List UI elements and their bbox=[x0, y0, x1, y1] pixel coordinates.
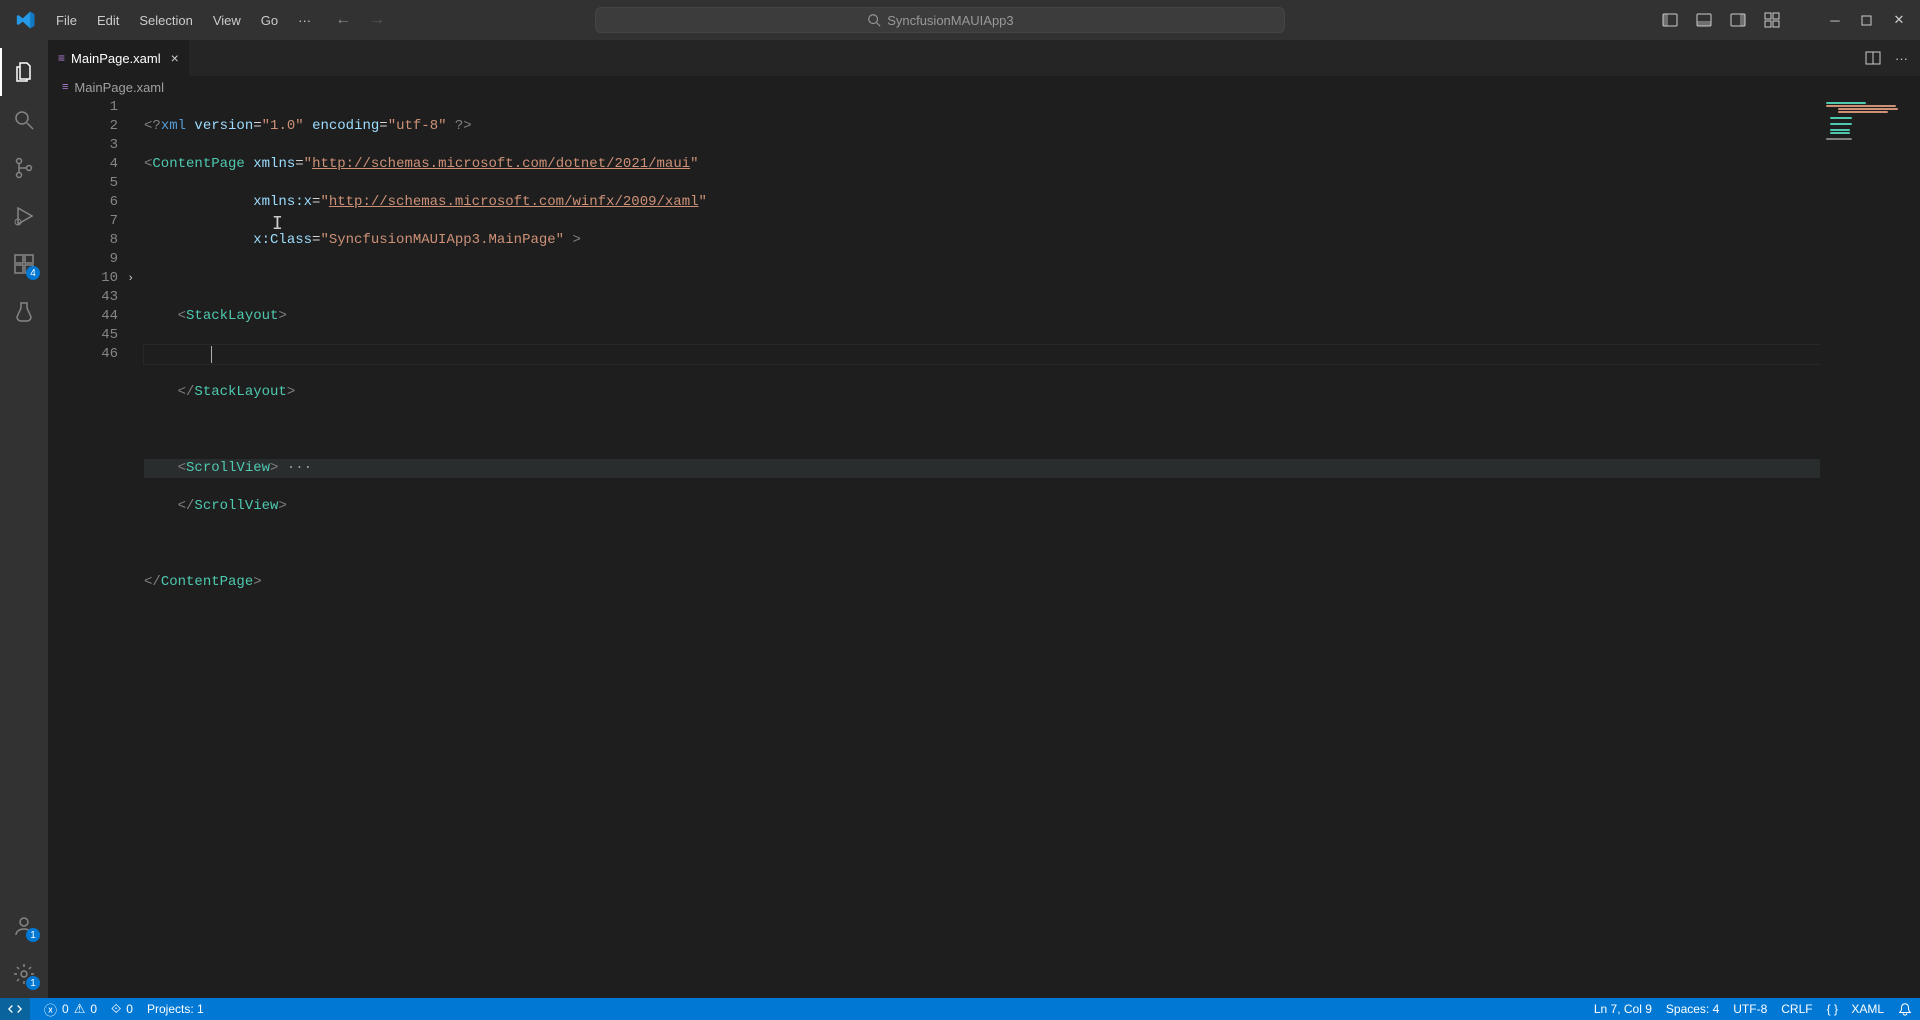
activity-source-control-icon[interactable] bbox=[0, 144, 48, 192]
layout-left-icon[interactable] bbox=[1662, 12, 1678, 28]
minimap[interactable] bbox=[1820, 98, 1920, 998]
nav-back-icon[interactable]: ← bbox=[335, 11, 351, 29]
settings-badge: 1 bbox=[26, 976, 40, 990]
fold-collapsed-icon[interactable]: › bbox=[127, 270, 134, 289]
status-projects[interactable]: Projects: 1 bbox=[147, 1002, 204, 1016]
extensions-badge: 4 bbox=[26, 266, 40, 280]
activity-extensions-icon[interactable]: 4 bbox=[0, 240, 48, 288]
status-bar: ⓧ0 ⚠0 ⟐0 Projects: 1 Ln 7, Col 9 Spaces:… bbox=[0, 998, 1920, 1020]
command-center-text: SyncfusionMAUIApp3 bbox=[887, 13, 1013, 28]
layout-bottom-icon[interactable] bbox=[1696, 12, 1712, 28]
tab-label: MainPage.xaml bbox=[71, 51, 161, 66]
layout-customize-icon[interactable] bbox=[1764, 12, 1780, 28]
activity-explorer-icon[interactable] bbox=[0, 48, 48, 96]
tab-close-icon[interactable]: × bbox=[171, 50, 179, 66]
activity-accounts-icon[interactable]: 1 bbox=[0, 902, 48, 950]
tab-more-icon[interactable]: ··· bbox=[1895, 51, 1908, 66]
accounts-badge: 1 bbox=[26, 928, 40, 942]
menu-go[interactable]: Go bbox=[253, 9, 286, 32]
status-eol[interactable]: CRLF bbox=[1781, 1002, 1812, 1016]
text-cursor bbox=[211, 346, 212, 363]
breadcrumb[interactable]: ≡ MainPage.xaml bbox=[48, 76, 1920, 98]
layout-right-icon[interactable] bbox=[1730, 12, 1746, 28]
split-editor-icon[interactable] bbox=[1865, 50, 1881, 66]
title-bar: File Edit Selection View Go ··· ← → Sync… bbox=[0, 0, 1920, 40]
error-icon: ⓧ bbox=[44, 1000, 57, 1019]
menu-selection[interactable]: Selection bbox=[131, 9, 200, 32]
status-language[interactable]: { } XAML bbox=[1827, 1002, 1884, 1016]
activity-testing-icon[interactable] bbox=[0, 288, 48, 336]
radio-icon: ⟐ bbox=[111, 1001, 121, 1017]
activity-run-debug-icon[interactable] bbox=[0, 192, 48, 240]
menu-file[interactable]: File bbox=[48, 9, 85, 32]
window-close-icon[interactable]: ✕ bbox=[1892, 12, 1906, 28]
search-icon bbox=[867, 13, 881, 27]
tab-bar: ≡ MainPage.xaml × ··· bbox=[48, 40, 1920, 76]
warning-icon: ⚠ bbox=[74, 1001, 86, 1017]
xaml-file-icon: ≡ bbox=[58, 51, 65, 65]
activity-search-icon[interactable] bbox=[0, 96, 48, 144]
xaml-file-icon: ≡ bbox=[62, 81, 68, 93]
line-number-gutter: 1 2 3 4 5 6 7 8 9 10› 43 44 45 46 bbox=[48, 98, 144, 998]
window-maximize-icon[interactable] bbox=[1860, 15, 1874, 26]
code-editor[interactable]: 1 2 3 4 5 6 7 8 9 10› 43 44 45 46 <?xml … bbox=[48, 98, 1920, 998]
command-center[interactable]: SyncfusionMAUIApp3 bbox=[595, 7, 1285, 33]
vscode-logo-icon bbox=[14, 8, 38, 32]
status-encoding[interactable]: UTF-8 bbox=[1733, 1002, 1767, 1016]
menu-edit[interactable]: Edit bbox=[89, 9, 127, 32]
window-minimize-icon[interactable]: ─ bbox=[1828, 13, 1842, 28]
status-problems[interactable]: ⓧ0 ⚠0 bbox=[44, 1000, 97, 1019]
menu-view[interactable]: View bbox=[205, 9, 249, 32]
status-notifications-icon[interactable] bbox=[1898, 1002, 1912, 1016]
activity-settings-icon[interactable]: 1 bbox=[0, 950, 48, 998]
status-cursor-position[interactable]: Ln 7, Col 9 bbox=[1594, 1002, 1652, 1016]
activity-bar: 4 1 1 bbox=[0, 40, 48, 998]
code-content[interactable]: <?xml version="1.0" encoding="utf-8" ?> … bbox=[144, 98, 1820, 998]
status-remote-icon[interactable] bbox=[0, 998, 30, 1020]
breadcrumb-file: MainPage.xaml bbox=[74, 80, 164, 95]
nav-forward-icon[interactable]: → bbox=[369, 11, 385, 29]
tab-mainpage-xaml[interactable]: ≡ MainPage.xaml × bbox=[48, 40, 190, 76]
status-indentation[interactable]: Spaces: 4 bbox=[1666, 1002, 1719, 1016]
menu-more-icon[interactable]: ··· bbox=[290, 9, 319, 32]
status-ports[interactable]: ⟐0 bbox=[111, 1001, 133, 1017]
